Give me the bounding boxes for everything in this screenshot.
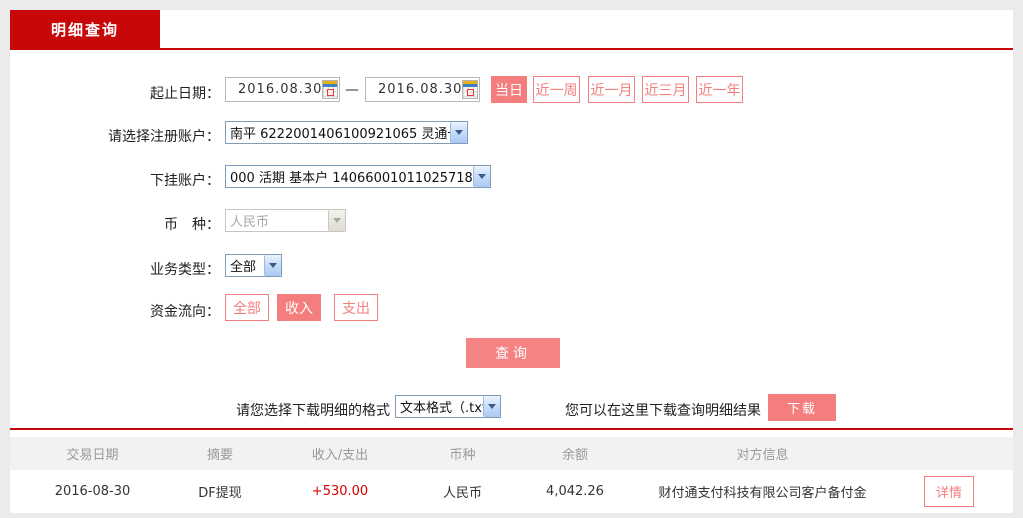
download-hint-text: 您可以在这里下载查询明细结果 <box>565 400 761 420</box>
quick-range-month-button[interactable]: 近一月 <box>588 76 635 103</box>
date-separator: — <box>345 82 359 98</box>
quick-range-week-button[interactable]: 近一周 <box>533 76 580 103</box>
download-button[interactable]: 下载 <box>768 394 836 421</box>
start-date-input[interactable]: 2016.08.30 <box>225 77 340 102</box>
chevron-down-icon <box>328 210 345 231</box>
sub-account-label: 下挂账户： <box>10 170 220 190</box>
register-account-value: 南平 6222001406100921065 灵通卡 <box>226 123 450 142</box>
sub-account-value: 000 活期 基本户 1406600101102571848 <box>226 167 473 186</box>
start-date-value: 2016.08.30 <box>226 82 322 97</box>
chevron-down-icon[interactable] <box>473 166 490 187</box>
header-balance: 余额 <box>510 444 640 463</box>
cell-summary: DF提现 <box>175 482 265 501</box>
table-header-row: 交易日期 摘要 收入/支出 币种 余额 对方信息 <box>10 437 1013 470</box>
chevron-down-icon[interactable] <box>264 255 281 276</box>
header-income-expense: 收入/支出 <box>265 444 415 463</box>
currency-value: 人民币 <box>226 211 328 230</box>
business-type-select[interactable]: 全部 <box>225 254 282 277</box>
sub-account-select[interactable]: 000 活期 基本户 1406600101102571848 <box>225 165 491 188</box>
header-transaction-date: 交易日期 <box>10 444 175 463</box>
download-format-label: 请您选择下载明细的格式 <box>150 400 390 420</box>
quick-range-today-button[interactable]: 当日 <box>491 76 527 103</box>
red-divider-bottom <box>10 428 1013 430</box>
currency-label: 币 种： <box>10 214 220 234</box>
fund-flow-income-button[interactable]: 收入 <box>277 294 321 321</box>
cell-balance: 4,042.26 <box>510 484 640 499</box>
detail-button[interactable]: 详情 <box>924 476 974 507</box>
quick-range-3months-button[interactable]: 近三月 <box>642 76 689 103</box>
tab-detail-query[interactable]: 明细查询 <box>10 10 160 48</box>
cell-currency: 人民币 <box>415 482 510 501</box>
business-type-value: 全部 <box>226 256 264 275</box>
quick-range-year-button[interactable]: 近一年 <box>696 76 743 103</box>
download-format-select[interactable]: 文本格式（.txt） <box>395 395 501 418</box>
business-type-label: 业务类型： <box>10 259 220 279</box>
detail-query-page: 明细查询 起止日期： 2016.08.30 — 2016.08.30 当日 近一… <box>0 0 1023 518</box>
query-button[interactable]: 查询 <box>466 338 560 368</box>
table-row: 2016-08-30 DF提现 +530.00 人民币 4,042.26 财付通… <box>10 470 1013 513</box>
header-counterparty: 对方信息 <box>640 444 885 463</box>
chevron-down-icon[interactable] <box>450 122 467 143</box>
header-currency: 币种 <box>415 444 510 463</box>
calendar-icon[interactable] <box>322 80 338 99</box>
cell-counterparty: 财付通支付科技有限公司客户备付金 <box>640 482 885 501</box>
fund-flow-label: 资金流向： <box>10 301 220 321</box>
fund-flow-all-button[interactable]: 全部 <box>225 294 269 321</box>
chevron-down-icon[interactable] <box>483 396 500 417</box>
cell-amount: +530.00 <box>265 484 415 499</box>
end-date-value: 2016.08.30 <box>366 82 462 97</box>
calendar-icon[interactable] <box>462 80 478 99</box>
currency-select: 人民币 <box>225 209 346 232</box>
register-account-label: 请选择注册账户： <box>10 126 220 146</box>
cell-transaction-date: 2016-08-30 <box>10 484 175 499</box>
download-format-value: 文本格式（.txt） <box>396 397 483 416</box>
fund-flow-expense-button[interactable]: 支出 <box>334 294 378 321</box>
red-divider-top <box>10 48 1013 50</box>
header-summary: 摘要 <box>175 444 265 463</box>
date-range-label: 起止日期： <box>10 83 220 103</box>
end-date-input[interactable]: 2016.08.30 <box>365 77 480 102</box>
register-account-select[interactable]: 南平 6222001406100921065 灵通卡 <box>225 121 468 144</box>
